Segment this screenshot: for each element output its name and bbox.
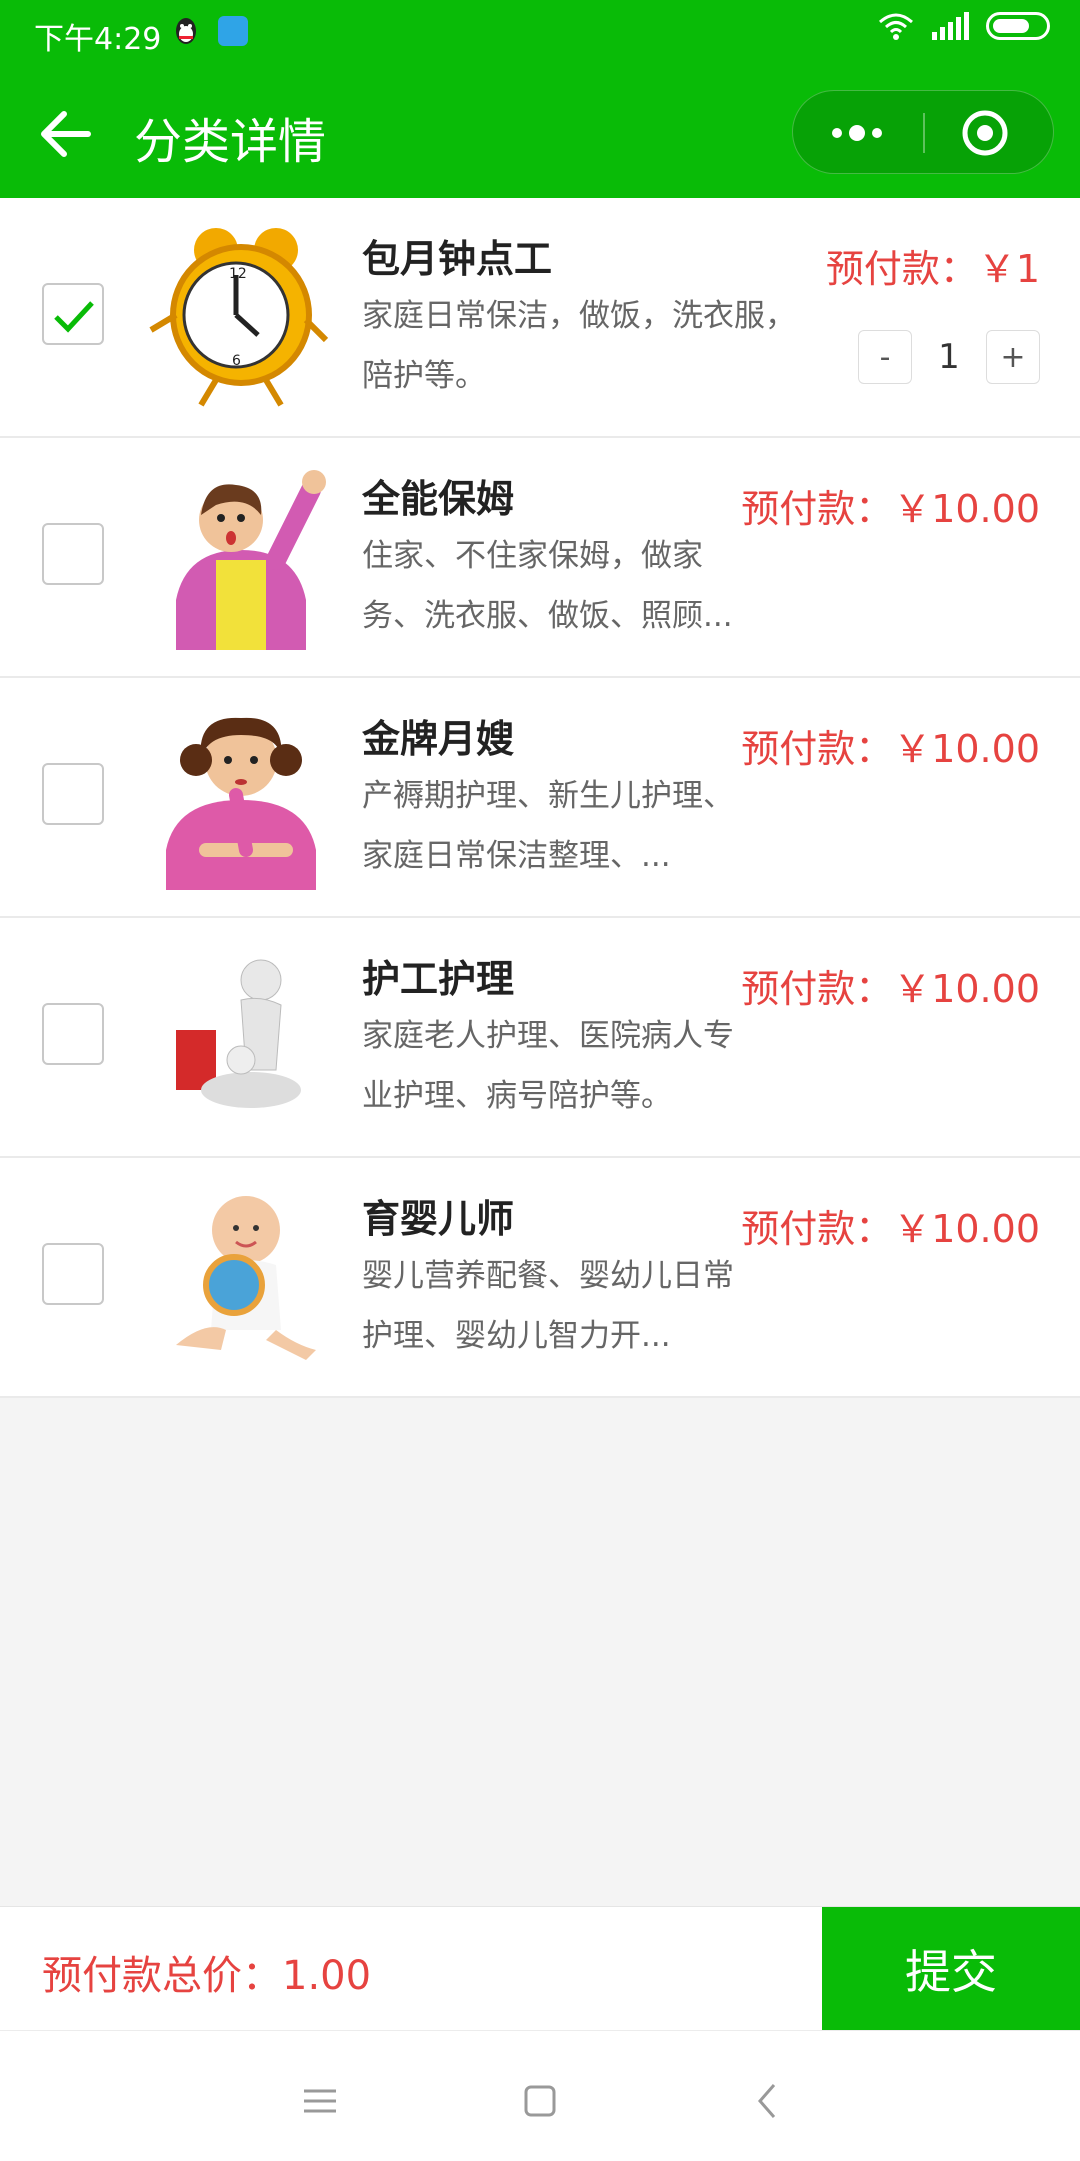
- top-bar: 下午4:29 分类详情: [0, 0, 1080, 198]
- checkmark-icon: [54, 301, 94, 333]
- item-price: 预付款：￥1: [825, 247, 1040, 291]
- svg-text:12: 12: [229, 266, 247, 282]
- list-item[interactable]: 护工护理 家庭老人护理、医院病人专业护理、病号陪护等。 预付款：￥10.00: [0, 918, 1080, 1158]
- item-price: 预付款：￥10.00: [741, 487, 1040, 531]
- signal-icon: [932, 12, 969, 40]
- service-list: 12 6 包月钟点工 家庭日常保洁，做饭，洗衣服，陪护等。 预付款：￥1 - 1…: [0, 198, 1080, 1398]
- item-name: 金牌月嫂: [362, 717, 515, 761]
- item-description: 家庭老人护理、医院病人专业护理、病号陪护等。: [362, 1018, 734, 1114]
- item-price: 预付款：￥10.00: [741, 967, 1040, 1011]
- alarm-clock-image: 12 6: [149, 228, 329, 407]
- submit-button[interactable]: 提交: [822, 1907, 1080, 2031]
- list-item[interactable]: 金牌月嫂 产褥期护理、新生儿护理、家庭日常保洁整理、... 预付款：￥10.00: [0, 678, 1080, 918]
- item-name: 护工护理: [362, 957, 515, 1001]
- decrease-button[interactable]: -: [858, 330, 912, 384]
- item-name: 育婴儿师: [362, 1197, 515, 1241]
- quantity-value: 1: [938, 337, 960, 377]
- battery-icon: [986, 12, 1050, 40]
- mini-program-capsule: [792, 90, 1054, 174]
- nanny-cartoon-image: [176, 470, 326, 650]
- menu-icon[interactable]: [290, 2071, 350, 2131]
- caregiver-figure-image: [176, 959, 301, 1108]
- item-name: 包月钟点工: [362, 237, 553, 281]
- quantity-stepper: - 1 +: [858, 330, 1040, 384]
- back-button[interactable]: [36, 104, 96, 164]
- close-mini-program-button[interactable]: [925, 91, 1055, 175]
- qq-penguin-icon: [176, 18, 196, 44]
- back-nav-icon[interactable]: [738, 2071, 798, 2131]
- item-checkbox[interactable]: [42, 523, 104, 585]
- item-description: 家庭日常保洁，做饭，洗衣服，陪护等。: [362, 298, 796, 394]
- item-description: 产褥期护理、新生儿护理、家庭日常保洁整理、...: [362, 778, 734, 874]
- checkout-bar: 预付款总价：1.00 提交: [0, 1906, 1080, 2031]
- increase-button[interactable]: +: [986, 330, 1040, 384]
- item-description: 婴儿营养配餐、婴幼儿日常护理、婴幼儿智力开...: [362, 1258, 734, 1354]
- home-icon[interactable]: [510, 2071, 570, 2131]
- baby-photo-image: [176, 1196, 316, 1360]
- status-time: 下午4:29: [34, 22, 162, 57]
- item-description: 住家、不住家保姆，做家务、洗衣服、做饭、照顾...: [362, 538, 733, 634]
- total-price: 预付款总价：1.00: [42, 1953, 372, 1999]
- notification-app-icon: [218, 16, 248, 46]
- list-item[interactable]: 育婴儿师 婴儿营养配餐、婴幼儿日常护理、婴幼儿智力开... 预付款：￥10.00: [0, 1158, 1080, 1398]
- item-name: 全能保姆: [362, 477, 515, 521]
- system-nav-bar: [0, 2030, 1080, 2161]
- wifi-icon: [879, 13, 913, 40]
- svg-text:6: 6: [232, 353, 241, 369]
- item-checkbox[interactable]: [42, 1243, 104, 1305]
- list-item[interactable]: 12 6 包月钟点工 家庭日常保洁，做饭，洗衣服，陪护等。 预付款：￥1 - 1…: [0, 198, 1080, 438]
- page-title: 分类详情: [134, 114, 327, 170]
- item-checkbox[interactable]: [42, 763, 104, 825]
- item-checkbox[interactable]: [42, 1003, 104, 1065]
- item-price: 预付款：￥10.00: [741, 1207, 1040, 1251]
- list-item[interactable]: 全能保姆 住家、不住家保姆，做家务、洗衣服、做饭、照顾... 预付款：￥10.0…: [0, 438, 1080, 678]
- item-checkbox-checked[interactable]: [42, 283, 104, 345]
- back-arrow-icon: [41, 111, 91, 157]
- target-circle-icon: [962, 110, 1008, 156]
- maternity-nurse-cartoon-image: [166, 717, 316, 890]
- more-button[interactable]: [793, 91, 923, 175]
- item-price: 预付款：￥10.00: [741, 727, 1040, 771]
- more-dots-icon: [832, 125, 882, 141]
